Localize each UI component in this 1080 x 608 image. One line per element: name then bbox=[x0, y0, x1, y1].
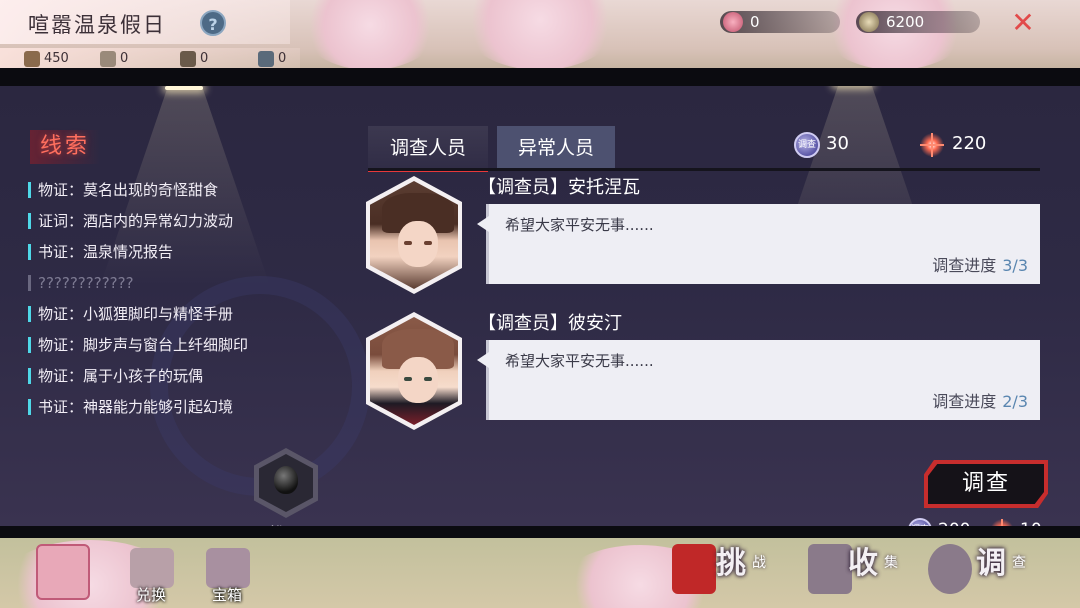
stat-2: 0 bbox=[100, 50, 128, 68]
clue-item[interactable]: 书证：温泉情况报告 bbox=[28, 242, 328, 273]
lamp-icon bbox=[180, 51, 196, 67]
coin-icon bbox=[859, 12, 879, 32]
shop-icon[interactable] bbox=[130, 548, 174, 588]
eye-decor bbox=[404, 377, 412, 381]
progress-label: 调查进度 bbox=[932, 256, 997, 275]
cost-gem-value: 10 bbox=[1020, 520, 1042, 526]
collect-label[interactable]: 收 bbox=[848, 538, 878, 582]
investigator-name: 【调查员】安托涅瓦 bbox=[478, 177, 640, 198]
investigate-coin-icon: 调查 bbox=[908, 518, 932, 526]
stat-1-value: 450 bbox=[44, 51, 69, 66]
top-bar: 喧嚣温泉假日 ? 0 6200 ✕ 450 0 0 0 bbox=[0, 0, 1080, 70]
event-title: 喧嚣温泉假日 bbox=[28, 13, 166, 37]
progress-value: 3/3 bbox=[1002, 256, 1028, 275]
deduce-label: 推理 bbox=[250, 520, 322, 526]
investigator-portrait bbox=[366, 176, 462, 294]
tool-icon bbox=[100, 51, 116, 67]
help-icon[interactable]: ? bbox=[200, 10, 226, 36]
investigation-progress: 调查进度 3/3 bbox=[932, 252, 1028, 276]
currency-2-value: 6200 bbox=[886, 13, 925, 31]
investigation-panel: 线索 物证：莫名出现的奇怪甜食 证词：酒店内的异常幻力波动 书证：温泉情况报告 … bbox=[0, 68, 1080, 538]
clue-item[interactable]: 物证：属于小孩子的玩偶 bbox=[28, 366, 328, 397]
clue-item[interactable]: 物证：莫名出现的奇怪甜食 bbox=[28, 180, 328, 211]
ceiling-lamp bbox=[165, 86, 203, 90]
investigator-message: 希望大家平安无事...... bbox=[505, 216, 654, 234]
currency-pill-2: 6200 bbox=[856, 11, 980, 33]
gift-icon[interactable] bbox=[206, 548, 250, 588]
red-star-icon bbox=[920, 133, 944, 157]
eye-decor bbox=[424, 377, 432, 381]
investigator-name: 【调查员】彼安汀 bbox=[478, 313, 622, 334]
exchange-label[interactable]: 兑换 bbox=[136, 584, 166, 605]
clue-item[interactable]: 书证：神器能力能够引起幻境 bbox=[28, 397, 328, 428]
investigate-nav-label-small: 查 bbox=[1012, 555, 1026, 571]
investigator-card[interactable]: 【调查员】彼安汀 希望大家平安无事...... 调查进度 2/3 bbox=[366, 312, 1042, 432]
coin-balance-value: 30 bbox=[826, 133, 849, 154]
stat-1: 450 bbox=[24, 50, 69, 68]
gem-balance: 220 bbox=[920, 132, 987, 157]
stat-2-value: 0 bbox=[120, 51, 129, 66]
eye-decor bbox=[424, 241, 432, 245]
coin-balance: 调查 30 bbox=[794, 132, 849, 158]
stat-4-value: 0 bbox=[278, 51, 287, 66]
challenge-label[interactable]: 挑 bbox=[716, 538, 746, 582]
investigator-message: 希望大家平安无事...... bbox=[505, 352, 654, 370]
investigator-card[interactable]: 【调查员】安托涅瓦 希望大家平安无事...... 调查进度 3/3 bbox=[366, 176, 1042, 296]
gem-balance-value: 220 bbox=[952, 133, 987, 154]
crystal-ball-icon bbox=[274, 466, 298, 494]
magnifier-icon[interactable] bbox=[928, 544, 972, 594]
panel-body: 线索 物证：莫名出现的奇怪甜食 证词：酒店内的异常幻力波动 书证：温泉情况报告 … bbox=[0, 86, 1080, 526]
tab-divider bbox=[368, 168, 1040, 171]
deduce-button[interactable]: 推理 bbox=[250, 448, 322, 526]
bottom-nav: 兑换 宝箱 挑 战 收 集 调 查 bbox=[0, 538, 1080, 608]
clue-item[interactable]: 物证：脚步声与窗台上纤细脚印 bbox=[28, 335, 328, 366]
progress-value: 2/3 bbox=[1002, 392, 1028, 411]
blossom-token-icon bbox=[723, 12, 743, 32]
collect-icon[interactable] bbox=[808, 544, 852, 594]
speech-bubble: 希望大家平安无事...... 调查进度 2/3 bbox=[477, 340, 1040, 420]
cost-gem: 10 bbox=[990, 518, 1042, 526]
investigate-button-label: 调查 bbox=[928, 464, 1044, 504]
currency-1-value: 0 bbox=[750, 13, 760, 31]
challenge-icon[interactable] bbox=[672, 544, 716, 594]
challenge-label-small: 战 bbox=[752, 555, 766, 571]
eye-decor bbox=[404, 241, 412, 245]
clue-item[interactable]: 物证：小狐狸脚印与精怪手册 bbox=[28, 304, 328, 335]
red-star-icon bbox=[990, 519, 1014, 526]
investigate-button[interactable]: 调查 bbox=[924, 460, 1048, 508]
tab-investigators[interactable]: 调查人员 bbox=[368, 126, 488, 172]
investigate-coin-icon: 调查 bbox=[794, 132, 820, 158]
progress-label: 调查进度 bbox=[932, 392, 997, 411]
tab-anomalies[interactable]: 异常人员 bbox=[497, 126, 615, 170]
stat-3-value: 0 bbox=[200, 51, 209, 66]
speech-bubble: 希望大家平安无事...... 调查进度 3/3 bbox=[477, 204, 1040, 284]
clue-item[interactable]: 证词：酒店内的异常幻力波动 bbox=[28, 211, 328, 242]
stat-3: 0 bbox=[180, 50, 208, 68]
clue-item-locked: ???????????? bbox=[28, 273, 328, 304]
bag-icon bbox=[24, 51, 40, 67]
investigator-portrait bbox=[366, 312, 462, 430]
clue-list: 物证：莫名出现的奇怪甜食 证词：酒店内的异常幻力波动 书证：温泉情况报告 ???… bbox=[28, 180, 328, 428]
close-icon[interactable]: ✕ bbox=[1008, 8, 1038, 38]
investigation-progress: 调查进度 2/3 bbox=[932, 388, 1028, 412]
chest-label[interactable]: 宝箱 bbox=[212, 584, 242, 605]
currency-pill-1: 0 bbox=[720, 11, 840, 33]
stat-4: 0 bbox=[258, 50, 286, 68]
cost-coin: 调查 200 bbox=[908, 518, 970, 526]
album-icon[interactable] bbox=[36, 544, 90, 600]
investigate-nav-label[interactable]: 调 bbox=[976, 538, 1006, 582]
pen-icon bbox=[258, 51, 274, 67]
cost-coin-value: 200 bbox=[938, 520, 970, 526]
collect-label-small: 集 bbox=[884, 555, 898, 571]
clues-heading: 线索 bbox=[30, 130, 101, 164]
